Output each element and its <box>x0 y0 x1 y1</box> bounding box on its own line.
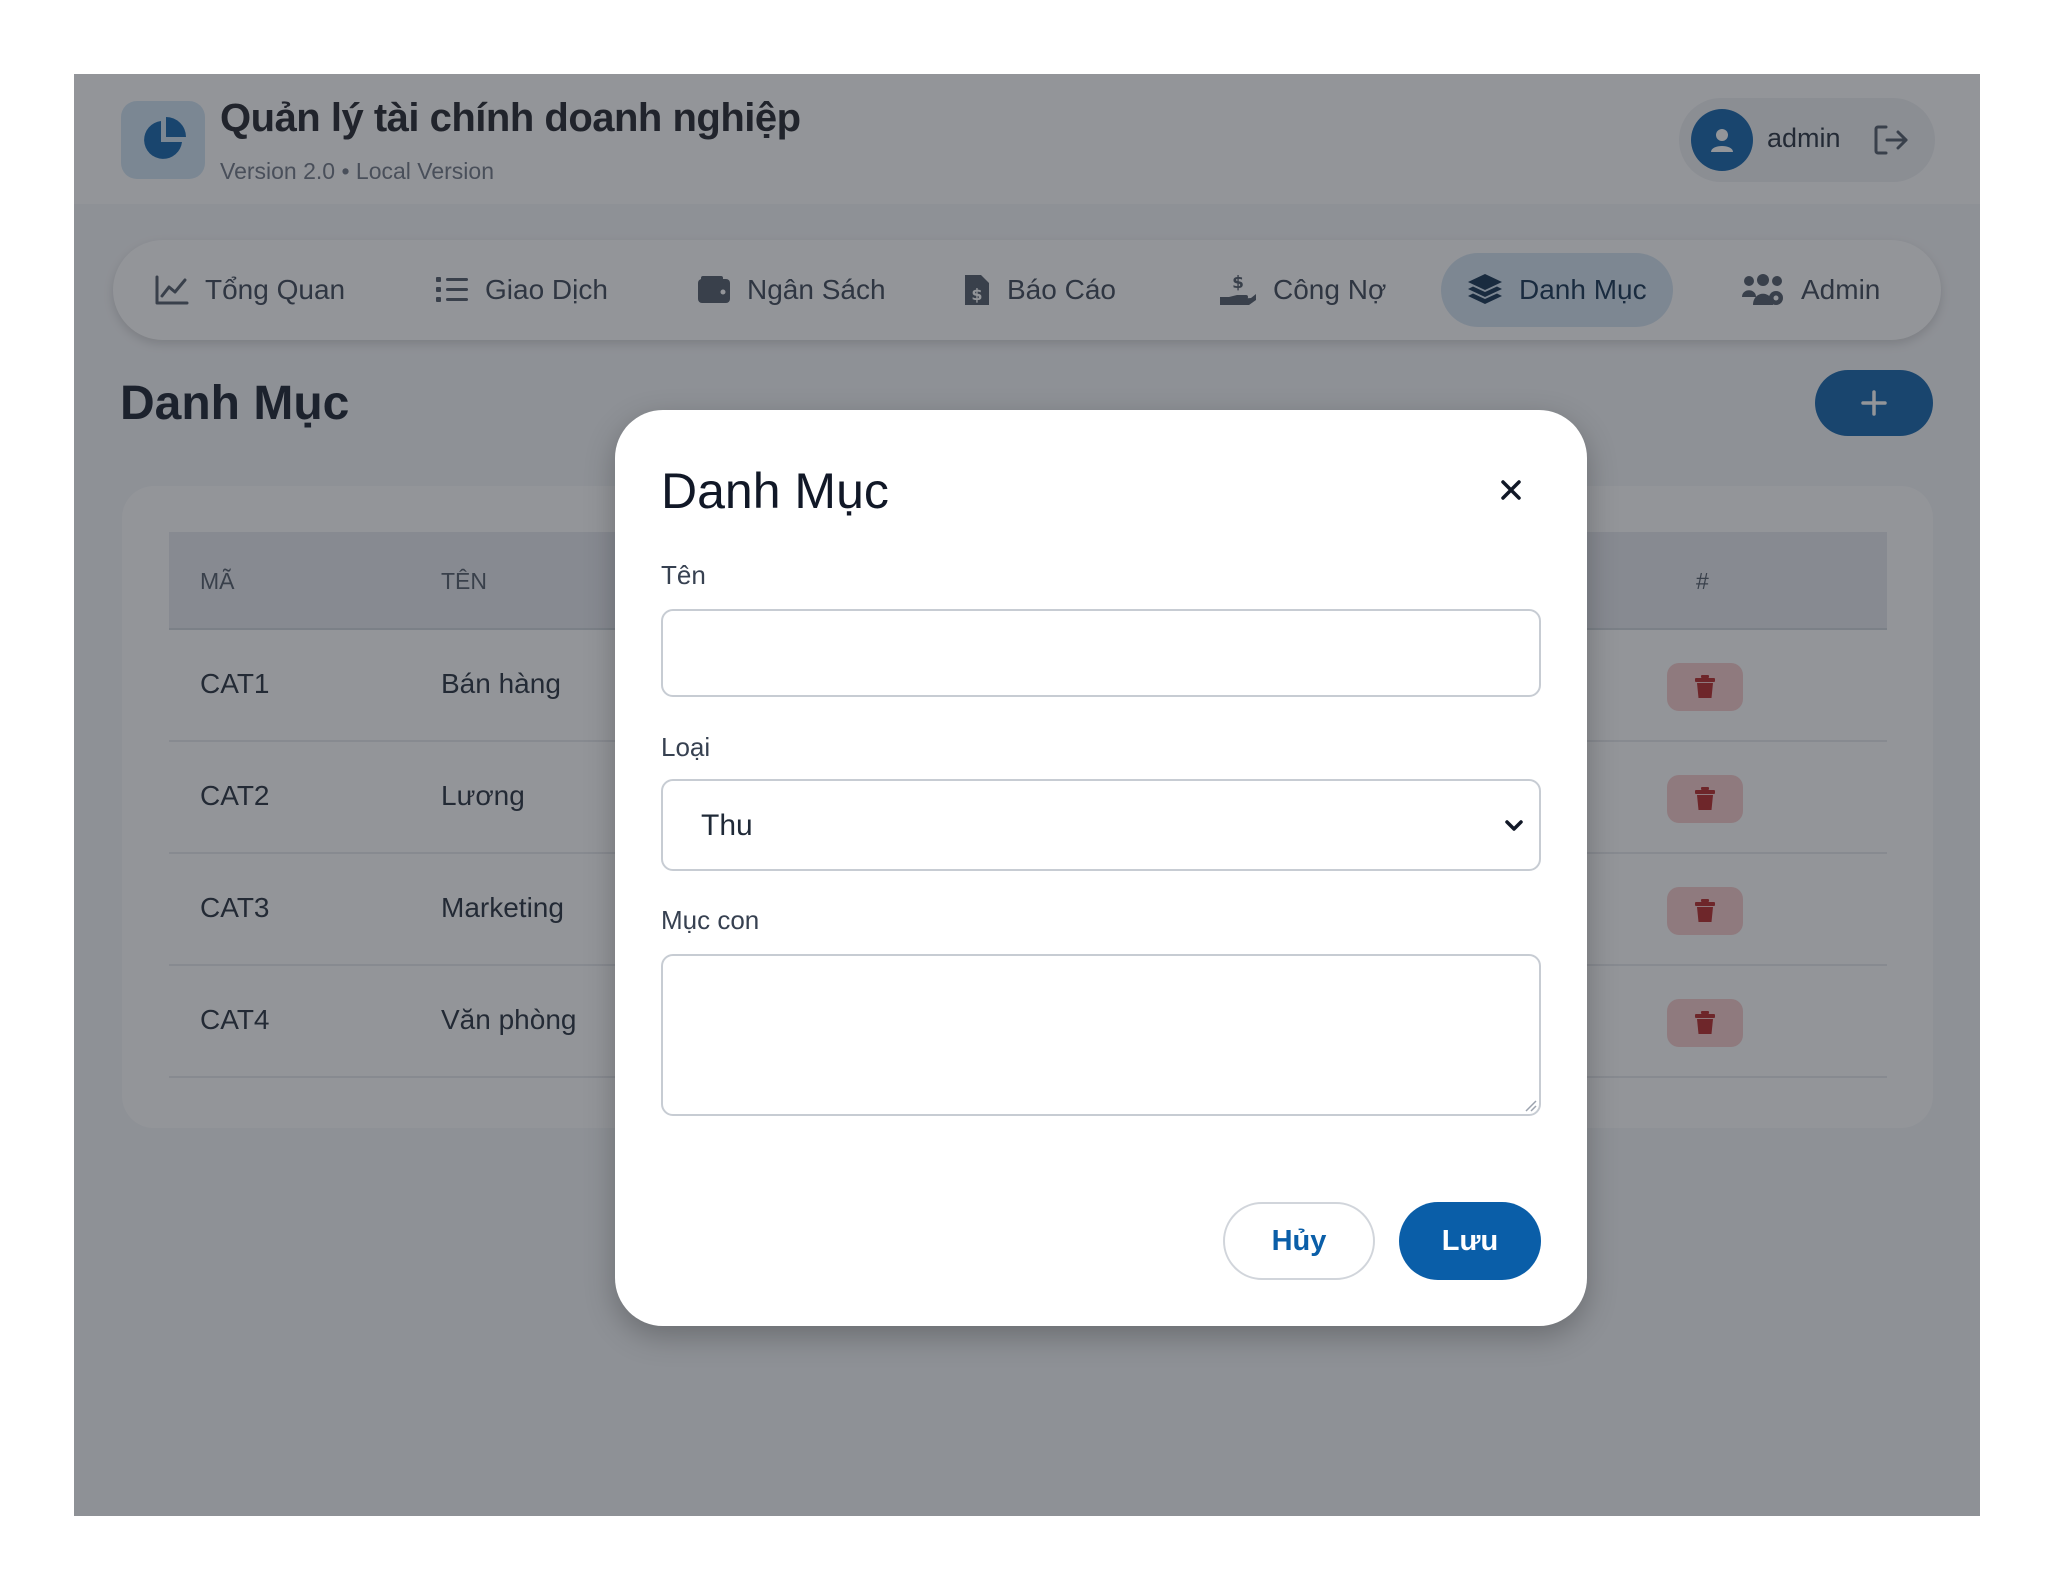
category-dialog: Danh Mục Tên Loại Thu Mục con Hủy Lưu <box>615 410 1587 1326</box>
save-button[interactable]: Lưu <box>1399 1202 1541 1280</box>
close-button[interactable] <box>1491 470 1531 510</box>
name-label: Tên <box>661 560 706 590</box>
children-label: Mục con <box>661 905 760 935</box>
close-icon <box>1501 480 1521 500</box>
app-window: Quản lý tài chính doanh nghiệp Version 2… <box>74 74 1980 1516</box>
children-textarea[interactable] <box>661 954 1541 1116</box>
chevron-down-icon <box>1505 820 1523 831</box>
name-input[interactable] <box>661 609 1541 697</box>
type-select-value: Thu <box>701 809 753 842</box>
resize-grip-icon[interactable] <box>1521 1096 1537 1112</box>
type-select[interactable]: Thu <box>661 779 1541 871</box>
type-label: Loại <box>661 732 711 762</box>
dialog-title: Danh Mục <box>661 463 889 519</box>
cancel-button[interactable]: Hủy <box>1223 1202 1375 1280</box>
